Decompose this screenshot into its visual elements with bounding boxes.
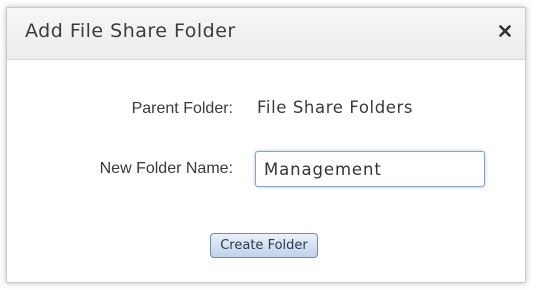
new-folder-name-input[interactable] [255, 151, 485, 187]
create-folder-button[interactable]: Create Folder [210, 233, 318, 258]
dialog-title: Add File Share Folder [25, 20, 236, 42]
new-folder-label: New Folder Name: [99, 160, 233, 177]
close-button[interactable] [493, 19, 517, 43]
dialog-title-bar: Add File Share Folder [7, 8, 525, 60]
close-icon [499, 25, 511, 37]
new-folder-row: New Folder Name: [47, 160, 233, 178]
parent-folder-label: Parent Folder: [131, 100, 233, 117]
add-file-share-folder-dialog: Add File Share Folder Parent Folder: Fil… [6, 7, 526, 283]
parent-folder-value-row: File Share Folders [257, 98, 413, 117]
parent-folder-value: File Share Folders [257, 98, 414, 117]
parent-folder-row: Parent Folder: [93, 100, 233, 118]
